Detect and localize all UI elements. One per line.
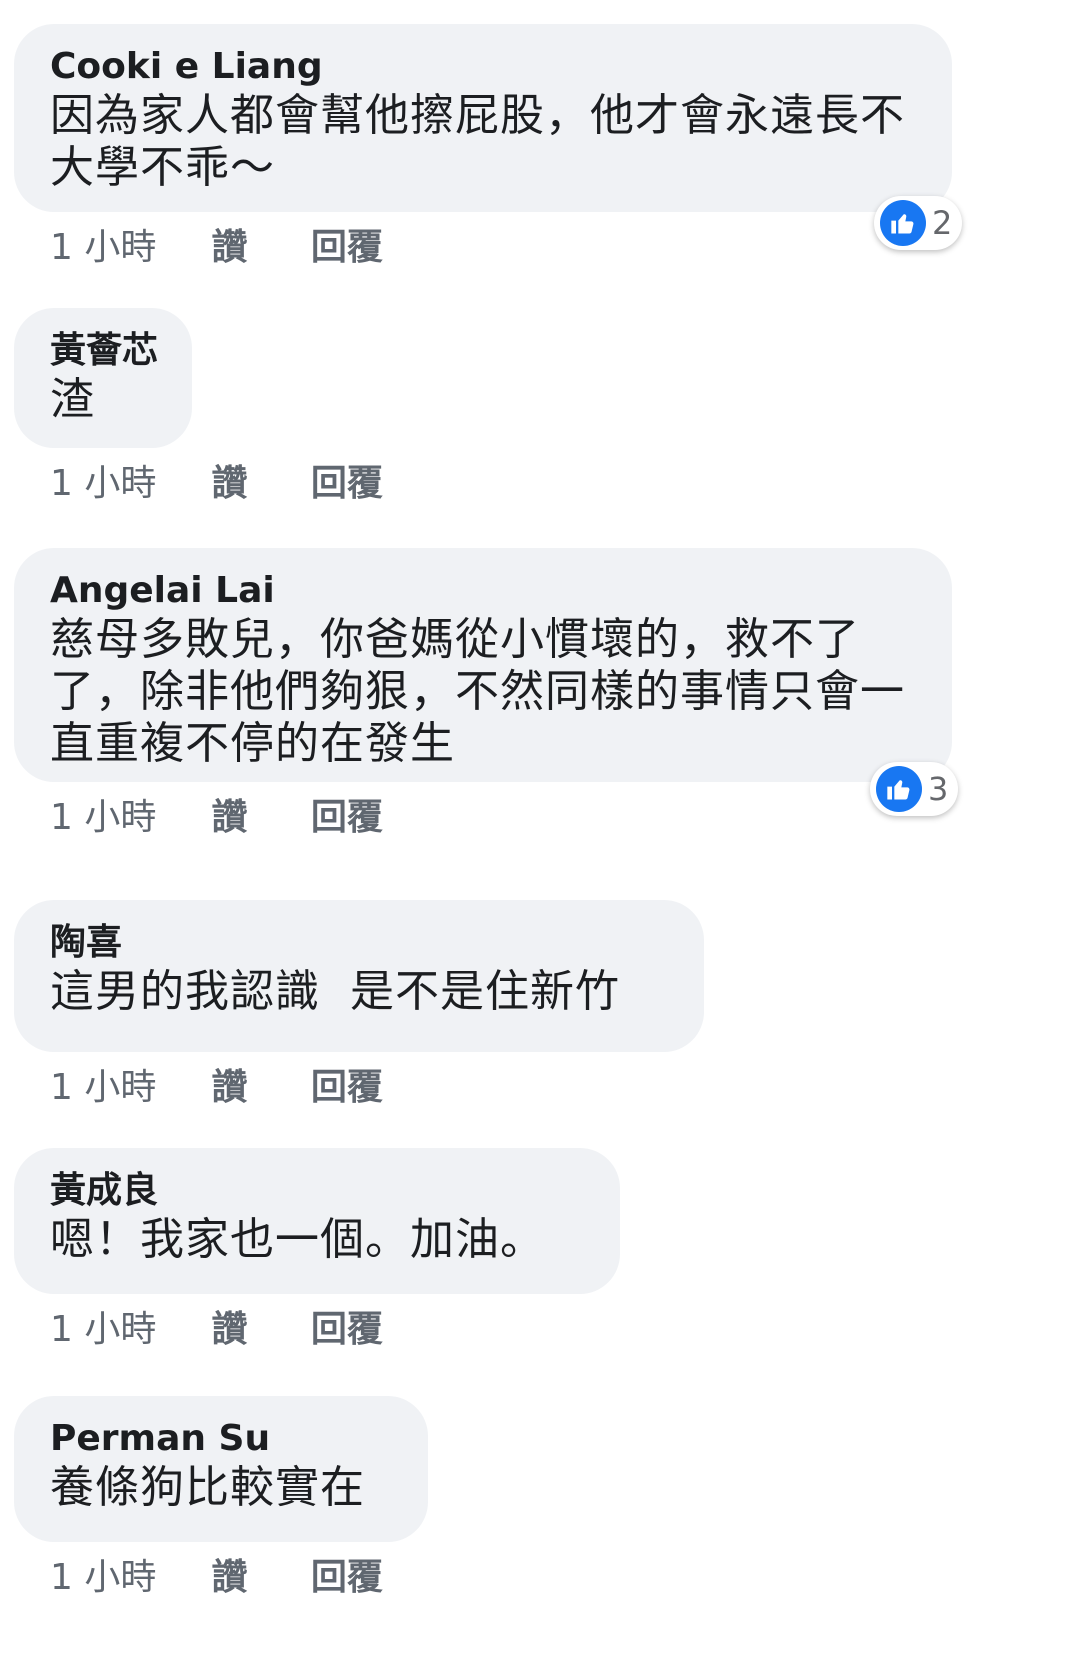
reply-button[interactable]: 回覆 xyxy=(311,456,383,512)
comment-text-line: 慈母多敗兒，你爸媽從小慣壞的，救不了 xyxy=(50,614,860,665)
comment-item: 陶喜 這男的我認識 是不是住新竹 1 小時 讚 回覆 xyxy=(14,900,704,1116)
comment-text-line: 因為家人都會幫他擦屁股，他才會永遠長不 xyxy=(50,90,905,141)
comment-bubble: 陶喜 這男的我認識 是不是住新竹 xyxy=(14,900,704,1052)
comment-text-line: 直重複不停的在發生 xyxy=(50,718,455,769)
comment-actions: 1 小時 讚 回覆 xyxy=(14,1550,428,1606)
like-button[interactable]: 讚 xyxy=(211,1060,299,1116)
comment-text-line: 大學不乖～ xyxy=(50,142,275,193)
comment-bubble: Cooki e Liang 因為家人都會幫他擦屁股，他才會永遠長不 大學不乖～ xyxy=(14,24,952,212)
comment-author[interactable]: 黃薈芯 xyxy=(50,328,158,374)
reaction-summary[interactable]: 2 xyxy=(874,196,963,250)
like-button[interactable]: 讚 xyxy=(211,790,299,846)
comment-author[interactable]: Perman Su xyxy=(50,1416,392,1462)
comment-author[interactable]: 陶喜 xyxy=(50,920,668,966)
comment-text-line: 了，除非他們夠狠，不然同樣的事情只會一 xyxy=(50,666,905,717)
comment-bubble: 黃薈芯 渣 xyxy=(14,308,192,448)
comment-actions: 1 小時 讚 回覆 xyxy=(14,220,952,276)
comment-actions: 1 小時 讚 回覆 xyxy=(14,456,383,512)
comment-item: Cooki e Liang 因為家人都會幫他擦屁股，他才會永遠長不 大學不乖～ … xyxy=(14,24,963,276)
comment-item: 黃成良 嗯！我家也一個。加油。 1 小時 讚 回覆 xyxy=(14,1148,620,1358)
reaction-count: 3 xyxy=(928,770,949,808)
comment-text-line: 渣 xyxy=(50,374,95,425)
thumbs-up-icon xyxy=(880,200,926,246)
comment-item: Perman Su 養條狗比較實在 1 小時 讚 回覆 xyxy=(14,1396,428,1606)
comment-text-line: 養條狗比較實在 xyxy=(50,1462,365,1513)
like-button[interactable]: 讚 xyxy=(211,456,299,512)
like-button[interactable]: 讚 xyxy=(211,1302,299,1358)
comment-text-line: 這男的我認識 是不是住新竹 xyxy=(50,966,620,1017)
reply-button[interactable]: 回覆 xyxy=(311,1550,383,1606)
comment-bubble: 黃成良 嗯！我家也一個。加油。 xyxy=(14,1148,620,1294)
comment-author[interactable]: Angelai Lai xyxy=(50,568,916,614)
comment-timestamp[interactable]: 1 小時 xyxy=(50,790,200,846)
comment-actions: 1 小時 讚 回覆 xyxy=(14,1302,620,1358)
comment-bubble: Angelai Lai 慈母多敗兒，你爸媽從小慣壞的，救不了 了，除非他們夠狠，… xyxy=(14,548,952,782)
comment-timestamp[interactable]: 1 小時 xyxy=(50,456,200,512)
comment-timestamp[interactable]: 1 小時 xyxy=(50,1060,200,1116)
reply-button[interactable]: 回覆 xyxy=(311,790,383,846)
reply-button[interactable]: 回覆 xyxy=(311,220,383,276)
comment-item: Angelai Lai 慈母多敗兒，你爸媽從小慣壞的，救不了 了，除非他們夠狠，… xyxy=(14,548,959,846)
comment-timestamp[interactable]: 1 小時 xyxy=(50,220,200,276)
thumbs-up-icon xyxy=(876,766,922,812)
comment-actions: 1 小時 讚 回覆 xyxy=(14,1060,704,1116)
comment-text-line: 嗯！我家也一個。加油。 xyxy=(50,1214,545,1265)
comment-timestamp[interactable]: 1 小時 xyxy=(50,1302,200,1358)
comment-timestamp[interactable]: 1 小時 xyxy=(50,1550,200,1606)
reaction-summary[interactable]: 3 xyxy=(870,762,959,816)
comment-author[interactable]: Cooki e Liang xyxy=(50,44,916,90)
like-button[interactable]: 讚 xyxy=(211,1550,299,1606)
comment-bubble: Perman Su 養條狗比較實在 xyxy=(14,1396,428,1542)
comment-actions: 1 小時 讚 回覆 xyxy=(14,790,952,846)
reaction-count: 2 xyxy=(932,204,953,242)
reply-button[interactable]: 回覆 xyxy=(311,1060,383,1116)
comment-author[interactable]: 黃成良 xyxy=(50,1168,584,1214)
like-button[interactable]: 讚 xyxy=(211,220,299,276)
reply-button[interactable]: 回覆 xyxy=(311,1302,383,1358)
comment-item: 黃薈芯 渣 1 小時 讚 回覆 xyxy=(14,308,383,512)
